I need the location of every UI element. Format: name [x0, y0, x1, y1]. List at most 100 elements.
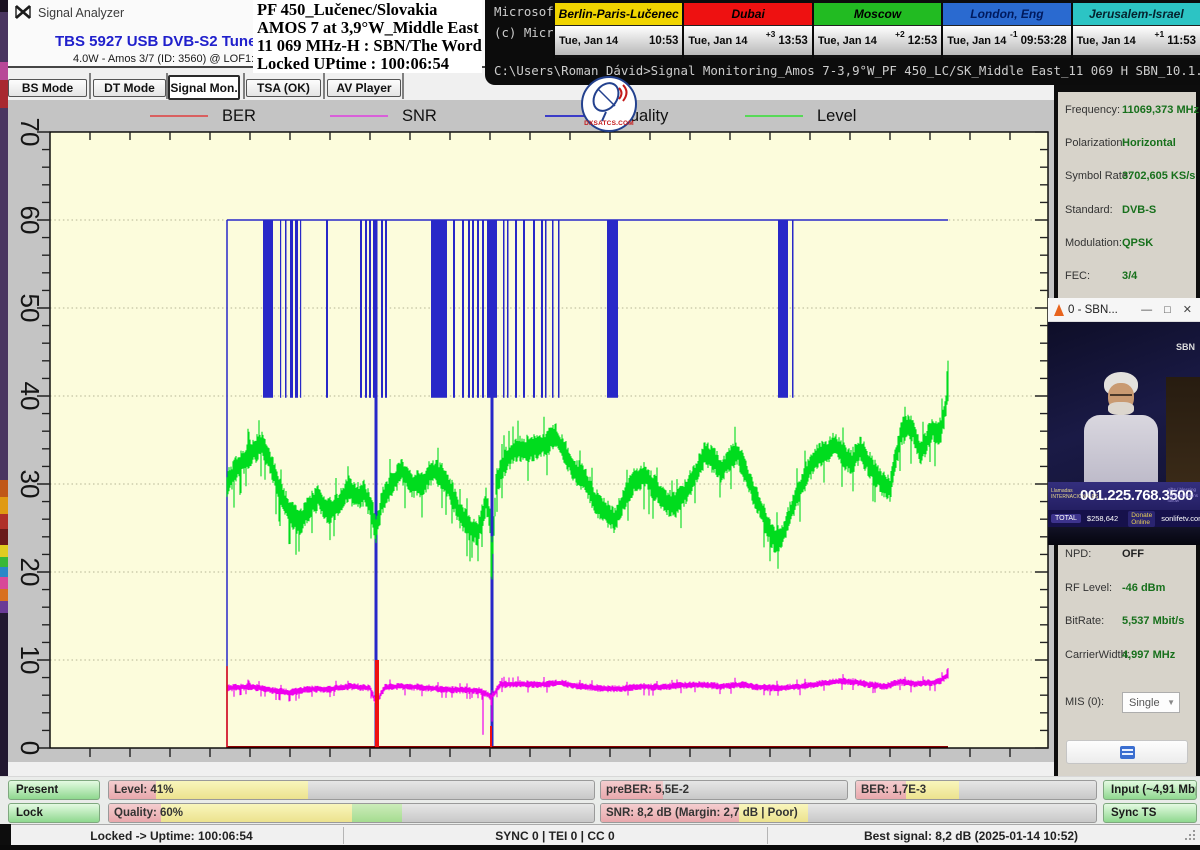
bar-label: SNR: 8,2 dB (Margin: 2,7 dB | Poor) — [606, 804, 798, 822]
y-axis-label: 30 — [12, 466, 48, 502]
legend-line-swatch — [745, 115, 803, 117]
info-row-symbol-rate: Symbol Rate:3702,605 KS/s — [1058, 170, 1196, 190]
info-value: 4,997 MHz — [1122, 649, 1175, 661]
y-axis-label: 20 — [12, 554, 48, 590]
overlay-note: PF 450_Lučenec/Slovakia AMOS 7 at 3,9°W_… — [253, 0, 482, 73]
tab-separator — [243, 73, 245, 99]
info-label: FEC: — [1065, 270, 1090, 282]
strip-segment — [0, 529, 8, 545]
legend-ber: BER — [150, 105, 256, 127]
info-row-bitrate: BitRate:5,537 Mbit/s — [1058, 615, 1196, 635]
strip-segment — [0, 545, 8, 557]
studio-desk — [1048, 527, 1200, 545]
clock-time: 12:53 — [908, 35, 937, 47]
clock-time-row: Tue, Jan 14+111:53 — [1073, 26, 1200, 55]
donation-row: TOTAL $258,642 Donate Online sonlifetv.c… — [1048, 510, 1200, 527]
tab-tsa-ok[interactable]: TSA (OK) — [246, 79, 321, 97]
info-value: 5,537 Mbit/s — [1122, 615, 1184, 627]
bar-label: Quality: 60% — [114, 804, 183, 822]
info-row-standard: Standard:DVB-S — [1058, 204, 1196, 224]
signal-chart — [8, 100, 1054, 762]
dxsatcs-logo: DXSATCS.COM — [581, 76, 637, 132]
strip-segment — [0, 514, 8, 529]
legend-snr: SNR — [330, 105, 437, 127]
terminal-line-1: Microsoft — [494, 4, 561, 19]
strip-segment — [0, 80, 8, 108]
statusbar-uptime: Locked -> Uptime: 100:06:54 — [0, 825, 343, 846]
tab-bs-mode[interactable]: BS Mode — [8, 79, 87, 97]
clock-time-row: Tue, Jan 14 10:53 — [555, 26, 682, 55]
vlc-video[interactable]: SBN LlamadasINTERNACIONALES 001.225.768.… — [1048, 322, 1200, 545]
clock-city-label: Dubai — [684, 3, 811, 26]
clock-time: 10:53 — [649, 35, 678, 47]
clock-city-label: Jerusalem-Israel — [1073, 3, 1200, 26]
strip-segment — [0, 62, 8, 80]
person-glasses — [1110, 394, 1132, 398]
total-label: TOTAL — [1051, 514, 1081, 523]
clock-date: Tue, Jan 14 — [1077, 35, 1136, 47]
donate-online-label: Donate Online — [1128, 511, 1155, 527]
info-value: OFF — [1122, 548, 1144, 560]
info-value: QPSK — [1122, 237, 1153, 249]
info-row-rf-level: RF Level: -46 dBm — [1058, 582, 1196, 602]
info-row-polarization: Polarization:Horizontal — [1058, 137, 1196, 157]
clock-utc-offset: +1 — [1155, 26, 1165, 39]
tab-dt-mode[interactable]: DT Mode — [93, 79, 166, 97]
info-row-frequency: Frequency:11069,373 MHz — [1058, 104, 1196, 124]
mis-dropdown[interactable]: Single ▼ — [1122, 692, 1180, 713]
grip-dot — [1193, 830, 1195, 832]
clock-city-label: Berlin-Paris-Lučenec — [555, 3, 682, 26]
person-beard — [1108, 402, 1134, 415]
status-bar-quality: Quality: 60% — [108, 803, 595, 823]
info-row-modulation: Modulation:QPSK — [1058, 237, 1196, 257]
strip-segment — [0, 0, 8, 12]
world-clock-london-eng: London, EngTue, Jan 14-109:53:28 — [941, 3, 1070, 58]
terminal-line-2: (c) Micro — [494, 25, 561, 40]
grip-dot — [1185, 838, 1187, 840]
info-value: DVB-S — [1122, 204, 1156, 216]
overlay-line-3: 11 069 MHz-H : SBN/The Word — [257, 37, 482, 55]
y-axis-label: 60 — [12, 202, 48, 238]
tab-separator — [89, 73, 91, 99]
world-clocks: Berlin-Paris-Lučenec Tue, Jan 14 10:53 Duba… — [553, 3, 1200, 58]
strip-segment — [0, 497, 8, 514]
banner-right-text: gifts / blessingcongratulationsfollow — [1167, 487, 1198, 504]
legend-level: Level — [745, 105, 856, 127]
info-label: Polarization: — [1065, 137, 1126, 149]
strip-segment — [0, 480, 8, 497]
legend-label: SNR — [402, 107, 437, 126]
tab-signal-mon[interactable]: Signal Mon. — [168, 75, 240, 100]
tuner-name: TBS 5927 USB DVB-S2 Tuner — [55, 33, 262, 50]
info-label: RF Level: — [1065, 582, 1112, 594]
tab-av-player[interactable]: AV Player — [327, 79, 401, 97]
vlc-minimize-button[interactable]: — — [1141, 304, 1152, 316]
info-value: 3702,605 KS/s — [1122, 170, 1195, 182]
status-bar-level: Level: 41% — [108, 780, 595, 800]
clock-utc-offset: +2 — [895, 26, 905, 39]
clock-city-label: Moscow — [814, 3, 941, 26]
info-row-fec: FEC:3/4 — [1058, 270, 1196, 290]
app-icon — [14, 4, 32, 25]
clock-time-row: Tue, Jan 14+212:53 — [814, 26, 941, 55]
vlc-cone-icon — [1054, 304, 1064, 316]
chevron-down-icon: ▼ — [1167, 698, 1175, 707]
strip-segment — [0, 589, 8, 601]
vlc-close-button[interactable]: ✕ — [1183, 303, 1192, 316]
world-clock-jerusalem-israel: Jerusalem-IsraelTue, Jan 14+111:53 — [1071, 3, 1200, 58]
clock-time: 09:53:28 — [1021, 35, 1067, 47]
vlc-maximize-button[interactable]: □ — [1164, 304, 1171, 316]
info-value: -46 dBm — [1122, 582, 1165, 594]
info-label: NPD: — [1065, 548, 1091, 560]
clock-time-row: Tue, Jan 14+313:53 — [684, 26, 811, 55]
grip-dot — [1193, 834, 1195, 836]
clock-date: Tue, Jan 14 — [559, 35, 618, 47]
status-pill-input-4-91-mbps: Input (~4,91 Mbps) — [1103, 780, 1197, 800]
mis-value: Single — [1129, 697, 1160, 709]
resize-grip[interactable] — [1184, 830, 1197, 843]
overlay-line-4: Locked UPtime : 100:06:54 — [257, 55, 482, 73]
vlc-titlebar[interactable]: 0 - SBN... — □ ✕ — [1048, 298, 1200, 322]
save-snapshot-button[interactable] — [1066, 740, 1188, 764]
overlay-line-1: PF 450_Lučenec/Slovakia — [257, 1, 482, 19]
screen: Signal Analyzer TBS 5927 USB DVB-S2 Tune… — [0, 0, 1200, 850]
info-label: CarrierWidth: — [1065, 649, 1130, 661]
